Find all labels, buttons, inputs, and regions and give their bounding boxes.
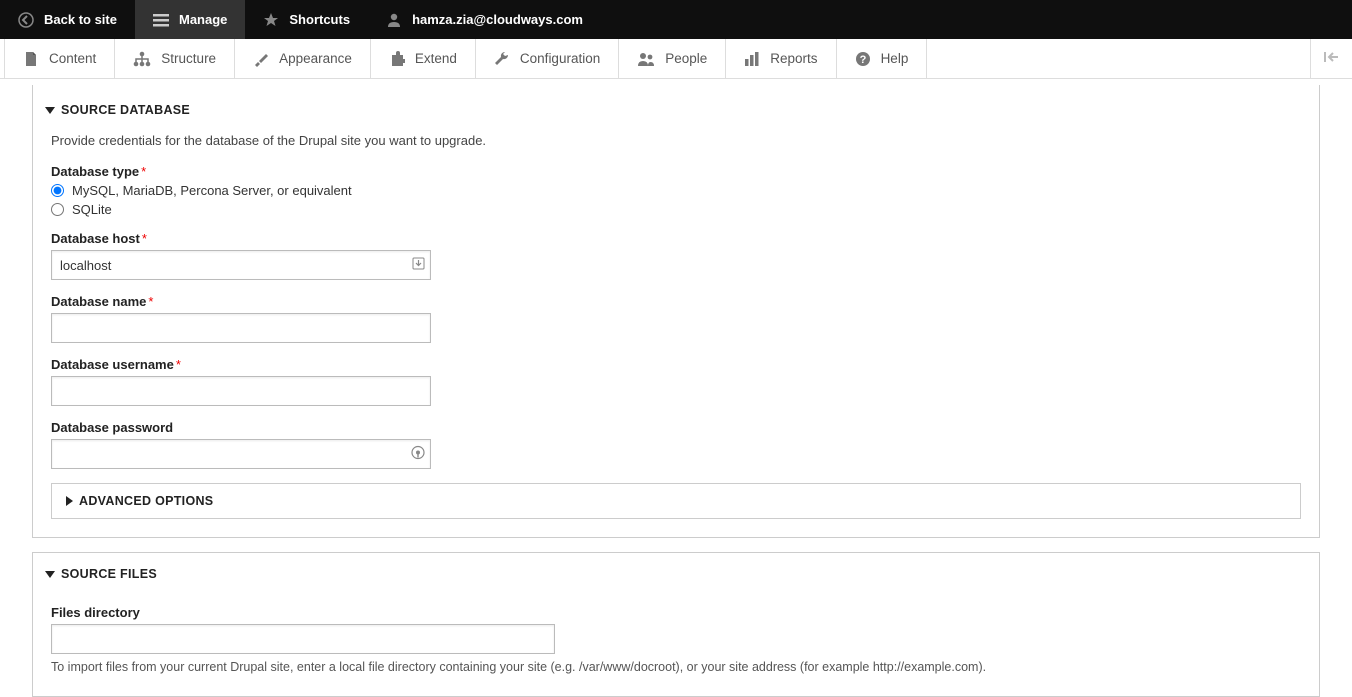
tab-help[interactable]: ? Help (837, 39, 928, 78)
database-type-mysql-label: MySQL, MariaDB, Percona Server, or equiv… (72, 183, 352, 198)
database-type-mysql-option[interactable]: MySQL, MariaDB, Percona Server, or equiv… (51, 183, 1301, 198)
back-arrow-icon (18, 12, 34, 28)
shortcuts-button[interactable]: Shortcuts (245, 0, 368, 39)
user-email-label: hamza.zia@cloudways.com (412, 12, 583, 27)
source-database-fieldset: Source database Provide credentials for … (32, 85, 1320, 538)
database-type-sqlite-radio[interactable] (51, 203, 64, 216)
shortcuts-label: Shortcuts (289, 12, 350, 27)
source-files-legend-text: Source files (61, 567, 157, 581)
puzzle-icon (389, 51, 405, 67)
collapse-icon (1324, 50, 1340, 67)
tab-people[interactable]: People (619, 39, 726, 78)
database-type-group: Database type* MySQL, MariaDB, Percona S… (51, 164, 1301, 217)
user-icon (386, 12, 402, 28)
database-type-sqlite-label: SQLite (72, 202, 112, 217)
source-files-legend[interactable]: Source files (45, 565, 1301, 583)
tab-structure[interactable]: Structure (115, 39, 235, 78)
database-name-label: Database name* (51, 294, 1301, 309)
paintbrush-icon (253, 51, 269, 67)
required-marker: * (141, 164, 146, 179)
files-directory-group: Files directory To import files from you… (51, 605, 1301, 674)
source-files-fieldset: Source files Files directory To import f… (32, 552, 1320, 697)
help-icon: ? (855, 51, 871, 67)
source-database-description: Provide credentials for the database of … (51, 133, 1301, 148)
required-marker: * (142, 231, 147, 246)
database-host-label: Database host* (51, 231, 1301, 246)
wrench-icon (494, 51, 510, 67)
advanced-options-legend-text: Advanced options (79, 494, 213, 508)
chevron-down-icon (45, 107, 55, 114)
files-directory-help: To import files from your current Drupal… (51, 660, 1301, 674)
people-icon (637, 51, 655, 67)
tab-configuration[interactable]: Configuration (476, 39, 619, 78)
database-password-label: Database password (51, 420, 1301, 435)
database-username-label: Database username* (51, 357, 1301, 372)
database-type-label: Database type* (51, 164, 1301, 179)
database-password-group: Database password (51, 420, 1301, 469)
page-content: Source database Provide credentials for … (0, 85, 1352, 697)
chevron-right-icon (66, 496, 73, 506)
tab-appearance-label: Appearance (279, 51, 352, 66)
manage-label: Manage (179, 12, 227, 27)
database-password-input[interactable] (51, 439, 431, 469)
tab-reports-label: Reports (770, 51, 817, 66)
hamburger-icon (153, 13, 169, 27)
database-host-group: Database host* (51, 231, 1301, 280)
advanced-options-fieldset: Advanced options (51, 483, 1301, 519)
files-directory-input[interactable] (51, 624, 555, 654)
required-marker: * (148, 294, 153, 309)
advanced-options-legend[interactable]: Advanced options (66, 492, 1286, 510)
tab-help-label: Help (881, 51, 909, 66)
required-marker: * (176, 357, 181, 372)
files-directory-label: Files directory (51, 605, 1301, 620)
tab-configuration-label: Configuration (520, 51, 600, 66)
database-name-input[interactable] (51, 313, 431, 343)
source-database-legend-text: Source database (61, 103, 190, 117)
back-to-site-label: Back to site (44, 12, 117, 27)
admin-toolbar-primary: Back to site Manage Shortcuts hamza.zia@… (0, 0, 1352, 39)
tab-reports[interactable]: Reports (726, 39, 836, 78)
tab-structure-label: Structure (161, 51, 216, 66)
tab-extend[interactable]: Extend (371, 39, 476, 78)
admin-toolbar-secondary: Content Structure Appearance Extend Conf… (0, 39, 1352, 79)
tab-appearance[interactable]: Appearance (235, 39, 371, 78)
bar-chart-icon (744, 51, 760, 67)
toolbar-orientation-toggle[interactable] (1310, 39, 1352, 78)
star-icon (263, 12, 279, 28)
manage-button[interactable]: Manage (135, 0, 245, 39)
database-name-group: Database name* (51, 294, 1301, 343)
tab-content[interactable]: Content (4, 39, 115, 78)
database-username-input[interactable] (51, 376, 431, 406)
database-username-group: Database username* (51, 357, 1301, 406)
source-database-legend[interactable]: Source database (45, 101, 1301, 119)
user-menu-button[interactable]: hamza.zia@cloudways.com (368, 0, 601, 39)
tab-people-label: People (665, 51, 707, 66)
hierarchy-icon (133, 51, 151, 67)
svg-text:?: ? (859, 54, 866, 66)
database-type-mysql-radio[interactable] (51, 184, 64, 197)
chevron-down-icon (45, 571, 55, 578)
back-to-site-button[interactable]: Back to site (0, 0, 135, 39)
document-icon (23, 51, 39, 67)
tab-extend-label: Extend (415, 51, 457, 66)
tab-content-label: Content (49, 51, 96, 66)
database-host-input[interactable] (51, 250, 431, 280)
database-type-sqlite-option[interactable]: SQLite (51, 202, 1301, 217)
